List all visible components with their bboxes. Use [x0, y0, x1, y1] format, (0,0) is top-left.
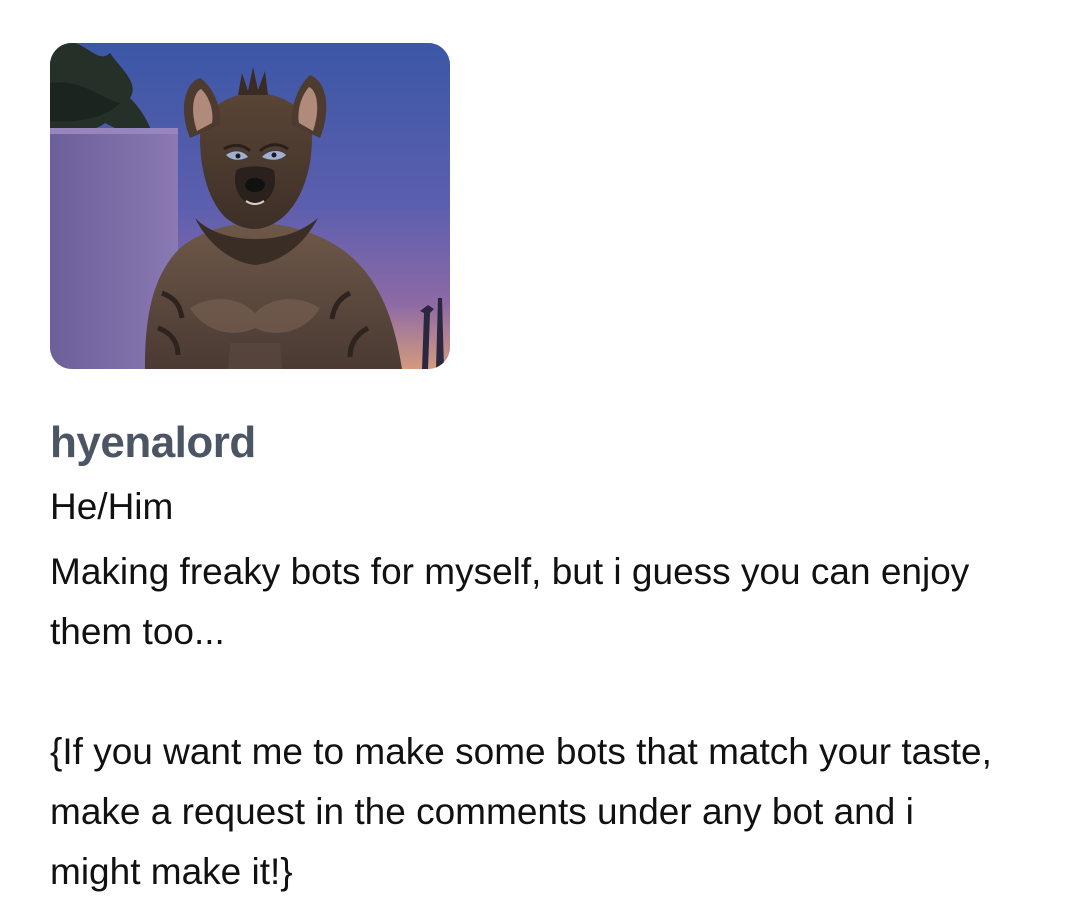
bio: Making freaky bots for myself, but i gue… [50, 542, 1010, 902]
username: hyenalord [50, 418, 256, 467]
avatar[interactable] [50, 43, 450, 369]
avatar-illustration [50, 43, 450, 369]
bio-paragraph: Making freaky bots for myself, but i gue… [50, 551, 970, 652]
profile-section: hyenalord He/Him Making freaky bots for … [50, 43, 1040, 892]
pronouns: He/Him [50, 486, 174, 527]
bio-paragraph: {If you want me to make some bots that m… [50, 731, 992, 892]
bio-spacer [50, 662, 1010, 722]
